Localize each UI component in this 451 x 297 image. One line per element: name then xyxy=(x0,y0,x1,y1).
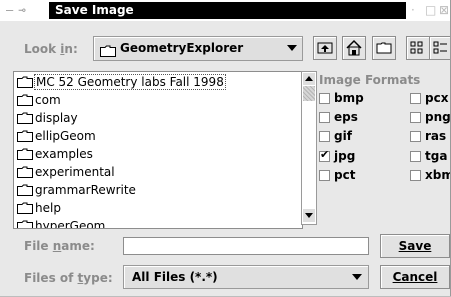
window-menu-icon[interactable]: — ⊸ xyxy=(6,3,26,17)
folder-icon xyxy=(100,42,116,61)
details-view-icon xyxy=(433,41,447,54)
file-name-label: File name: xyxy=(24,239,95,253)
title-bar: — ⊸ Save Image · □ ⊠ xyxy=(0,0,451,21)
look-in-value: GeometryExplorer xyxy=(120,41,244,55)
scroll-thumb[interactable] xyxy=(303,86,315,101)
home-button[interactable] xyxy=(342,36,366,60)
list-view-icon xyxy=(410,41,423,54)
minimize-icon[interactable]: · xyxy=(411,3,415,17)
check-mark-icon: ✔ xyxy=(320,148,330,161)
folder-icon xyxy=(17,130,33,145)
files-of-type-combo[interactable]: All Files (*.*) xyxy=(123,265,369,289)
scroll-down-icon[interactable] xyxy=(303,209,315,222)
list-view-button[interactable] xyxy=(406,36,430,60)
list-item-label: MC 52 Geometry labs Fall 1998 xyxy=(34,74,226,90)
window-title: Save Image xyxy=(55,3,134,17)
scroll-up-icon[interactable] xyxy=(303,73,315,85)
list-item-label: grammarRewrite xyxy=(35,183,136,197)
folder-icon xyxy=(17,112,33,127)
list-item-label: ellipGeom xyxy=(35,129,96,143)
save-button[interactable]: Save xyxy=(380,234,450,258)
list-item-label: experimental xyxy=(35,165,115,179)
chevron-down-icon[interactable] xyxy=(352,274,362,280)
files-of-type-label: Files of type: xyxy=(24,271,113,285)
file-name-input[interactable] xyxy=(123,237,369,255)
list-item-label: hyperGeom xyxy=(35,219,106,229)
checkbox-icon[interactable] xyxy=(410,112,421,123)
file-list-scrollbar[interactable] xyxy=(301,71,317,225)
up-folder-icon xyxy=(317,42,333,54)
checkbox-icon[interactable] xyxy=(319,112,330,123)
folder-icon xyxy=(17,148,33,163)
files-of-type-value: All Files (*.*) xyxy=(132,270,218,284)
save-image-dialog: — ⊸ Save Image · □ ⊠ Look in: GeometryEx… xyxy=(0,0,451,297)
folder-icon xyxy=(17,94,33,109)
checkbox-icon[interactable] xyxy=(410,93,421,104)
look-in-label: Look in: xyxy=(24,42,78,56)
folder-icon xyxy=(17,76,33,91)
new-folder-icon xyxy=(376,42,392,54)
list-item-label: com xyxy=(35,93,61,107)
image-formats-title: Image Formats xyxy=(319,73,421,87)
list-item-label: display xyxy=(35,111,78,125)
chevron-down-icon[interactable] xyxy=(287,45,297,51)
folder-icon xyxy=(17,184,33,199)
details-view-button[interactable] xyxy=(429,36,451,60)
folder-icon xyxy=(17,220,33,228)
checkbox-icon[interactable] xyxy=(319,170,330,181)
cancel-button[interactable]: Cancel xyxy=(380,265,450,289)
folder-icon xyxy=(17,202,33,217)
close-icon[interactable]: ⊠ xyxy=(439,3,449,17)
file-list[interactable]: MC 52 Geometry labs Fall 1998 com displa… xyxy=(13,71,303,229)
folder-icon xyxy=(17,166,33,181)
list-item-label: examples xyxy=(35,147,93,161)
checkbox-icon[interactable] xyxy=(319,93,330,104)
up-folder-button[interactable] xyxy=(313,36,337,60)
checkbox-icon[interactable] xyxy=(410,170,421,181)
home-icon xyxy=(346,39,362,56)
look-in-combo[interactable]: GeometryExplorer xyxy=(93,36,303,61)
checkbox-icon[interactable]: ✔ xyxy=(319,148,330,162)
maximize-icon[interactable]: □ xyxy=(425,3,436,17)
checkbox-icon[interactable] xyxy=(410,151,421,162)
checkbox-icon[interactable] xyxy=(319,131,330,142)
checkbox-icon[interactable] xyxy=(410,131,421,142)
new-folder-button[interactable] xyxy=(372,36,396,60)
list-item-label: help xyxy=(35,201,61,215)
